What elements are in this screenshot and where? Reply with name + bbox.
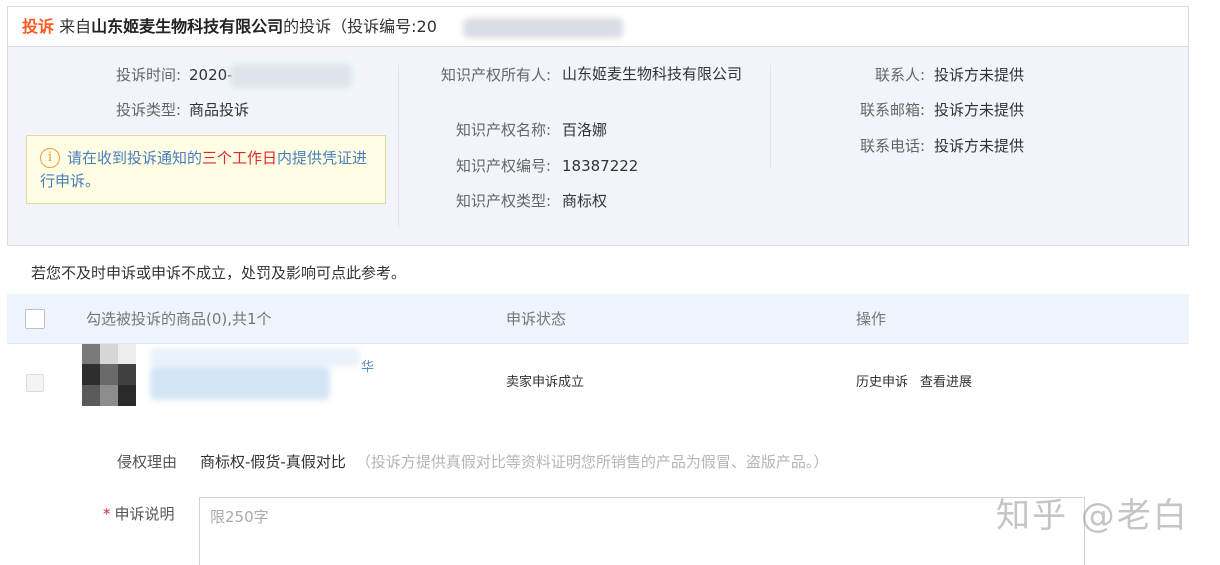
complaint-number-label: 的投诉（投诉编号:20 <box>283 17 437 36</box>
ip-number-value: 18387222 <box>562 157 639 175</box>
view-progress-link[interactable]: 查看进展 <box>920 375 972 390</box>
history-appeal-link[interactable]: 历史申诉 <box>856 375 908 390</box>
phone-value: 投诉方未提供 <box>934 137 1025 155</box>
phone-label: 联系电话: <box>859 137 925 155</box>
ip-number-label: 知识产权编号: <box>455 157 551 175</box>
ip-type-label: 知识产权类型: <box>455 192 551 210</box>
complaint-panel: 投诉 来自山东姬麦生物科技有限公司的投诉（投诉编号:20 投诉时间: 2020-… <box>7 6 1189 246</box>
contact-label: 联系人: <box>874 66 925 84</box>
infringement-reason-value: 商标权-假货-真假对比 <box>200 453 346 471</box>
complaint-tag: 投诉 <box>22 17 55 36</box>
ip-type-value: 商标权 <box>562 192 608 210</box>
product-title-redaction-2 <box>150 366 330 400</box>
appeal-explanation-textarea[interactable] <box>199 497 1085 565</box>
notice-highlight: 三个工作日 <box>202 149 278 167</box>
column-header-product: 勾选被投诉的商品(0),共1个 <box>86 310 272 328</box>
row-actions: 历史申诉 查看进展 <box>856 374 984 392</box>
product-table-header: 勾选被投诉的商品(0),共1个 申诉状态 操作 <box>7 294 1189 344</box>
column-header-actions: 操作 <box>856 310 887 328</box>
product-thumbnail[interactable] <box>82 344 136 406</box>
appeal-explanation-label-text: 申诉说明 <box>114 505 175 523</box>
complaint-header: 投诉 来自山东姬麦生物科技有限公司的投诉（投诉编号:20 <box>8 7 1188 47</box>
notice-text-before: 请在收到投诉通知的 <box>67 149 203 167</box>
email-row: 联系邮箱: <box>8 99 925 121</box>
product-title-link[interactable]: 华 <box>361 359 374 377</box>
penalty-reference-link[interactable]: 若您不及时申诉或申诉不成立，处罚及影响可点此参考。 <box>31 262 406 284</box>
contact-value: 投诉方未提供 <box>934 66 1025 84</box>
email-label: 联系邮箱: <box>859 101 925 119</box>
required-mark: * <box>103 505 111 523</box>
appeal-status: 卖家申诉成立 <box>506 375 585 390</box>
complaint-number-redaction <box>463 18 623 38</box>
infringement-reason: 商标权-假货-真假对比 （投诉方提供真假对比等资料证明您所销售的产品为假冒、盗版产… <box>200 451 828 473</box>
complaint-from-prefix: 来自 <box>59 17 92 36</box>
complaint-title: 投诉 来自山东姬麦生物科技有限公司的投诉（投诉编号:20 <box>22 16 437 38</box>
contact-row: 联系人: <box>8 64 925 86</box>
column-header-status: 申诉状态 <box>506 310 567 328</box>
product-title-redaction-1 <box>150 348 360 366</box>
watermark: 知乎 @老白 <box>996 496 1189 536</box>
row-checkbox[interactable] <box>26 374 44 392</box>
appeal-explanation-label: * 申诉说明 <box>103 503 175 525</box>
infringement-reason-note: （投诉方提供真假对比等资料证明您所销售的产品为假冒、盗版产品。） <box>355 453 829 471</box>
infringement-reason-label: 侵权理由 <box>117 453 178 471</box>
appeal-deadline-notice: i 请在收到投诉通知的三个工作日内提供凭证进行申诉。 <box>26 135 386 204</box>
notice-text: 请在收到投诉通知的三个工作日内提供凭证进行申诉。 <box>40 147 380 193</box>
email-value: 投诉方未提供 <box>934 101 1025 119</box>
complainant-company: 山东姬麦生物科技有限公司 <box>91 17 284 36</box>
select-all-checkbox[interactable] <box>25 309 45 329</box>
